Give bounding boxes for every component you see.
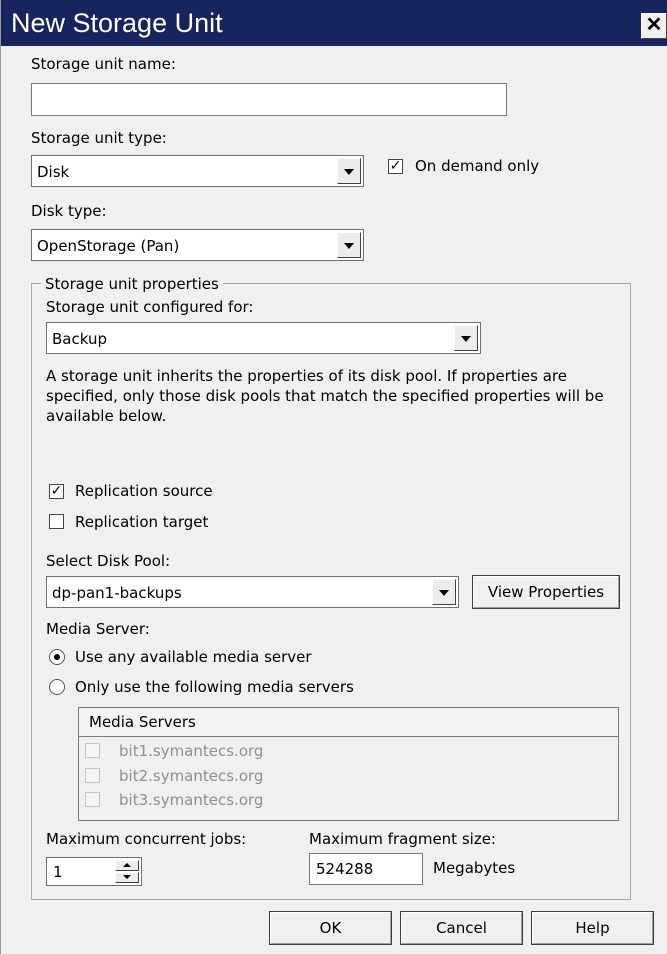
disk-type-select[interactable]: OpenStorage (Pan) [31, 229, 364, 261]
help-label: Help [575, 919, 610, 937]
configured-for-label: Storage unit configured for: [46, 298, 254, 316]
disk-pool-value: dp-pan1-backups [52, 584, 182, 602]
chevron-down-icon[interactable] [337, 158, 361, 184]
checkmark-icon: ✓ [50, 483, 63, 499]
replication-source-label: Replication source [75, 482, 213, 500]
media-servers-list[interactable]: Media Servers bit1.symantecs.org bit2.sy… [78, 707, 619, 821]
ok-button[interactable]: OK [269, 911, 392, 945]
configured-for-select[interactable]: Backup [46, 322, 481, 354]
media-server-name: bit1.symantecs.org [119, 742, 264, 760]
spin-up-icon[interactable] [115, 860, 139, 871]
close-icon: ✕ [645, 14, 663, 36]
chevron-down-icon[interactable] [432, 579, 456, 605]
title-bar[interactable]: New Storage Unit ✕ [1, 0, 667, 46]
close-button[interactable]: ✕ [641, 13, 667, 39]
select-disk-pool-label: Select Disk Pool: [46, 552, 171, 570]
media-servers-header-label: Media Servers [89, 713, 196, 731]
storage-unit-name-label: Storage unit name: [31, 55, 176, 73]
only-use-following-label: Only use the following media servers [75, 678, 354, 696]
replication-source-checkbox[interactable]: ✓ [49, 484, 64, 499]
media-server-label: Media Server: [46, 620, 150, 638]
media-server-checkbox [85, 768, 100, 783]
use-any-media-server-radio[interactable] [49, 649, 65, 665]
use-any-media-server-label: Use any available media server [75, 648, 312, 666]
on-demand-only-checkbox[interactable]: ✓ [388, 159, 403, 174]
help-button[interactable]: Help [531, 911, 654, 945]
max-fragment-size-input[interactable]: 524288 [309, 853, 423, 885]
replication-target-checkbox[interactable] [49, 514, 64, 529]
media-server-name: bit2.symantecs.org [119, 767, 264, 785]
spin-down-icon[interactable] [115, 872, 139, 883]
media-server-checkbox [85, 792, 100, 807]
cancel-label: Cancel [436, 919, 487, 937]
media-server-name: bit3.symantecs.org [119, 791, 264, 809]
storage-unit-type-label: Storage unit type: [31, 129, 167, 147]
storage-unit-name-input[interactable] [31, 83, 507, 116]
max-concurrent-jobs-label: Maximum concurrent jobs: [46, 830, 247, 848]
spinner-buttons [115, 860, 139, 883]
chevron-down-icon[interactable] [337, 232, 361, 258]
view-properties-button[interactable]: View Properties [472, 575, 620, 609]
max-fragment-size-value: 524288 [316, 860, 374, 878]
max-fragment-size-unit: Megabytes [433, 859, 516, 877]
checkmark-icon: ✓ [389, 158, 402, 174]
max-concurrent-jobs-stepper[interactable]: 1 [46, 857, 142, 886]
max-fragment-size-label: Maximum fragment size: [309, 830, 496, 848]
media-servers-column-header[interactable]: Media Servers [79, 708, 618, 737]
storage-unit-properties-legend: Storage unit properties [41, 275, 223, 293]
max-concurrent-jobs-value: 1 [53, 863, 63, 881]
view-properties-label: View Properties [487, 583, 605, 601]
ok-label: OK [319, 919, 342, 937]
disk-type-value: OpenStorage (Pan) [37, 237, 180, 255]
disk-pool-select[interactable]: dp-pan1-backups [46, 576, 459, 608]
on-demand-only-label: On demand only [415, 157, 540, 175]
new-storage-unit-dialog: New Storage Unit ✕ Storage unit name: St… [0, 0, 667, 954]
chevron-down-icon[interactable] [454, 325, 478, 351]
only-use-following-radio[interactable] [49, 679, 65, 695]
properties-description: A storage unit inherits the properties o… [46, 367, 604, 425]
replication-target-label: Replication target [75, 513, 209, 531]
media-server-checkbox [85, 743, 100, 758]
cancel-button[interactable]: Cancel [400, 911, 523, 945]
disk-type-label: Disk type: [31, 202, 107, 220]
storage-unit-type-value: Disk [37, 163, 70, 181]
storage-unit-type-select[interactable]: Disk [31, 155, 364, 187]
configured-for-value: Backup [52, 330, 107, 348]
dialog-title: New Storage Unit [11, 8, 223, 38]
